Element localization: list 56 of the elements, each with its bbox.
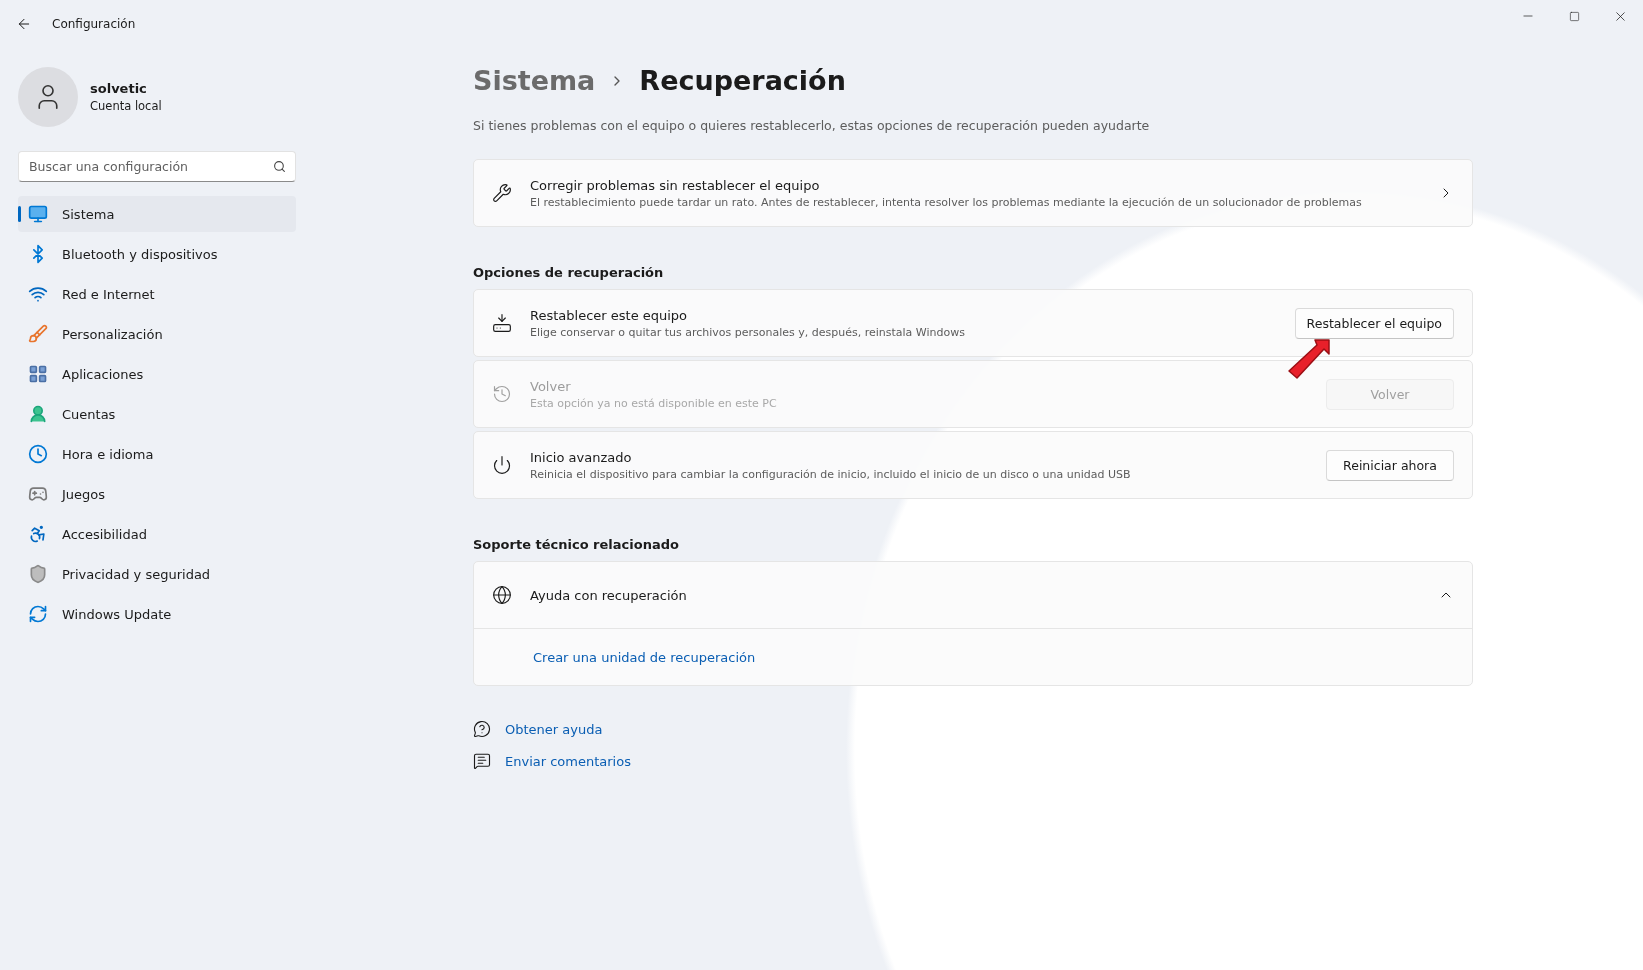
apps-grid-icon bbox=[28, 364, 48, 384]
drive-icon bbox=[492, 313, 512, 333]
user-name: solvetic bbox=[90, 81, 148, 96]
footer-link[interactable]: Enviar comentarios bbox=[505, 753, 631, 769]
footer-link[interactable]: Obtener ayuda bbox=[505, 721, 603, 737]
wifi-icon bbox=[28, 284, 48, 304]
monitor-icon bbox=[28, 204, 48, 224]
wrench-icon bbox=[492, 183, 512, 203]
sidebar-item[interactable]: Red e Internet bbox=[18, 276, 296, 312]
sidebar-item[interactable]: Privacidad y seguridad bbox=[18, 556, 296, 592]
page-title: Recuperación bbox=[639, 65, 846, 96]
card-description: Esta opción ya no está disponible en este PC bbox=[530, 396, 778, 410]
sidebar-item[interactable]: Cuentas bbox=[18, 396, 296, 432]
breadcrumb-link[interactable]: Sistema bbox=[473, 65, 596, 96]
card-title: Corregir problemas sin restablecer el equipo bbox=[530, 177, 821, 193]
sidebar-item[interactable]: Bluetooth y dispositivos bbox=[18, 236, 296, 272]
page-description: Si tienes problemas con el equipo o quieres restablecerlo, estas opciones de recuperación pueden ayudarte bbox=[473, 118, 1151, 133]
sidebar-item[interactable]: Sistema bbox=[18, 196, 296, 232]
expander-header[interactable]: Ayuda con recuperación bbox=[474, 562, 1472, 628]
maximize-icon bbox=[1568, 10, 1580, 22]
window-title: Configuración bbox=[52, 17, 136, 31]
feedback-icon bbox=[473, 752, 491, 770]
card-description: Elige conservar o quitar tus archivos personales y, después, reinstala Windows bbox=[530, 325, 966, 339]
user-icon bbox=[28, 404, 48, 424]
card-title: Inicio avanzado bbox=[530, 449, 633, 465]
action-button[interactable]: Restablecer el equipo bbox=[1294, 307, 1454, 339]
search-field[interactable]: Buscar una configuración bbox=[18, 151, 296, 182]
recovery-drive-link[interactable]: Crear una unidad de recuperación bbox=[533, 649, 756, 665]
help-icon bbox=[473, 720, 491, 738]
account-type: Cuenta local bbox=[90, 99, 162, 113]
action-button[interactable]: Reiniciar ahora bbox=[1326, 449, 1454, 481]
card-description: El restablecimiento puede tardar un rato. Antes de restablecer, intenta resolver los problemas mediante la ejecución de un solucionador de problemas bbox=[530, 195, 1363, 209]
back-button[interactable] bbox=[16, 16, 32, 32]
brush-icon bbox=[28, 324, 48, 344]
search-icon bbox=[273, 160, 286, 173]
shield-icon bbox=[28, 564, 48, 584]
sidebar-item[interactable]: Windows Update bbox=[18, 596, 296, 632]
globe-icon bbox=[492, 585, 512, 605]
section-heading: Soporte técnico relacionado bbox=[473, 537, 680, 552]
sidebar-item[interactable]: Juegos bbox=[18, 476, 296, 512]
settings-card[interactable]: Corregir problemas sin restablecer el equipo El restablecimiento puede tardar un rato. Antes de restablecer, intenta resolver los problemas mediante la ejecución de un solucionador de problemas bbox=[473, 159, 1473, 227]
gamepad-icon bbox=[28, 484, 48, 504]
card-title: Volver bbox=[530, 378, 572, 394]
history-icon bbox=[492, 384, 512, 404]
sidebar-item[interactable]: Aplicaciones bbox=[18, 356, 296, 392]
clock-icon bbox=[28, 444, 48, 464]
refresh-icon bbox=[28, 604, 48, 624]
section-heading: Opciones de recuperación bbox=[473, 265, 665, 280]
sidebar-item[interactable]: Accesibilidad bbox=[18, 516, 296, 552]
card-description: Reinicia el dispositivo para cambiar la configuración de inicio, incluido el inicio de un disco o una unidad USB bbox=[530, 467, 1132, 481]
sidebar-item[interactable]: Hora e idioma bbox=[18, 436, 296, 472]
power-icon bbox=[492, 455, 512, 475]
card-title: Restablecer este equipo bbox=[530, 307, 689, 323]
expander-title: Ayuda con recuperación bbox=[530, 587, 688, 603]
sidebar-item[interactable]: Personalización bbox=[18, 316, 296, 352]
accessibility-icon bbox=[28, 524, 48, 544]
